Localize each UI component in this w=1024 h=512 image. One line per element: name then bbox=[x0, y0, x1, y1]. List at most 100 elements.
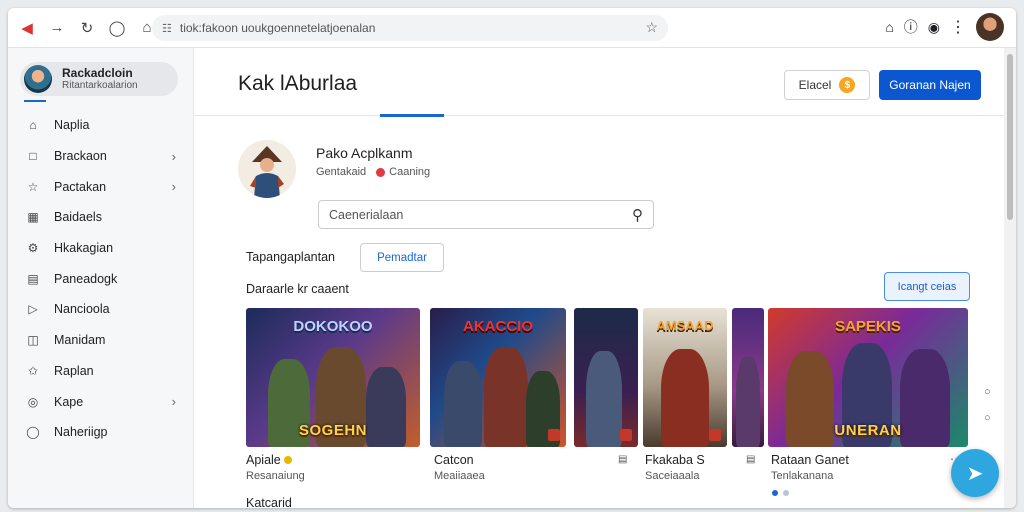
see-all-button[interactable]: Icangt ceias bbox=[884, 272, 970, 301]
bookmark-star-icon[interactable]: ☆ bbox=[645, 19, 658, 36]
game-card-3[interactable]: AMSAAD bbox=[643, 308, 727, 447]
status-dot-icon bbox=[376, 167, 386, 177]
sidebar-item-8[interactable]: ✩ Raplan bbox=[8, 356, 194, 387]
game-card-0[interactable]: DOKOKOO SOGEHN bbox=[246, 308, 420, 447]
sidebar-item-label: Naheriigp bbox=[54, 425, 108, 440]
sidebar: Rackadcloin Ritantarkoalarion ⌂ Naplia □ B… bbox=[8, 48, 194, 508]
sidebar-item-label: Baidaels bbox=[54, 210, 102, 225]
primary-action-button[interactable]: Goranan Najen bbox=[879, 70, 981, 100]
search-icon[interactable]: ⚲ bbox=[632, 206, 643, 224]
search-input[interactable] bbox=[329, 206, 609, 224]
sidebar-item-5[interactable]: ▤ Paneadogk bbox=[8, 263, 194, 294]
document-icon: ▤ bbox=[27, 271, 39, 286]
back-icon[interactable]: ◀ bbox=[12, 13, 42, 43]
sidebar-item-1[interactable]: □ Brackaon › bbox=[8, 141, 194, 172]
app-developer: Gentakaid bbox=[316, 166, 367, 178]
send-fab-button[interactable]: ➤ bbox=[951, 449, 999, 497]
sidebar-item-7[interactable]: ◫ Manidam bbox=[8, 325, 194, 356]
search-box[interactable]: ⚲ bbox=[318, 200, 654, 229]
carousel-dot[interactable] bbox=[783, 490, 789, 496]
star-icon: ☆ bbox=[27, 179, 39, 194]
profile-name: Rackadcloin bbox=[62, 65, 133, 80]
game-card-4[interactable] bbox=[732, 308, 764, 447]
character-figure bbox=[444, 361, 482, 447]
section-title: Daraarle kr caaent bbox=[246, 282, 349, 296]
sidebar-item-10[interactable]: ◯ Naheriigp bbox=[8, 417, 194, 448]
profile-card[interactable]: Rackadcloin Ritantarkoalarion bbox=[20, 62, 178, 96]
gear-icon: ⚙ bbox=[27, 241, 39, 256]
chevron-right-icon: › bbox=[171, 148, 176, 164]
credits-button[interactable]: Elacel $ bbox=[784, 70, 870, 100]
grid-icon: ▦ bbox=[27, 210, 39, 225]
character-figure bbox=[736, 357, 760, 447]
card-title-text: SOGEHN bbox=[298, 422, 367, 439]
sidebar-item-6[interactable]: ▷ Nancioola bbox=[8, 294, 194, 325]
sidebar-item-0[interactable]: ⌂ Naplia bbox=[8, 110, 194, 141]
reload-icon[interactable]: ↻ bbox=[72, 13, 102, 43]
browser-profile-avatar[interactable] bbox=[976, 13, 1004, 41]
play-icon: ▷ bbox=[28, 302, 38, 317]
category-label: Katcarid bbox=[246, 496, 292, 508]
card-caption: Rataan Ganet bbox=[771, 453, 849, 467]
sidebar-item-4[interactable]: ⚙ Hkakagian bbox=[8, 233, 194, 264]
main-content: Pako Acplkanm Gentakaid Caaning ⚲ Tapang… bbox=[194, 116, 1004, 508]
badge-icon bbox=[709, 429, 721, 441]
bookmark-icon[interactable]: ▤ bbox=[618, 454, 627, 465]
info-icon[interactable]: ⓘ bbox=[904, 17, 918, 37]
extension-puzzle-icon[interactable]: ◉ bbox=[928, 19, 940, 36]
game-card-1[interactable]: AKACCIO bbox=[430, 308, 566, 447]
credits-button-label: Elacel bbox=[798, 78, 832, 92]
extension-icon[interactable]: ◯ bbox=[102, 13, 132, 43]
sidebar-item-label: Pactakan bbox=[54, 179, 107, 194]
forward-icon[interactable]: → bbox=[42, 13, 72, 43]
card-subtitle: Tenlakanana bbox=[771, 470, 834, 482]
app-subtitle: Gentakaid Caaning bbox=[316, 166, 430, 178]
square-icon: □ bbox=[29, 149, 37, 164]
app-status: Caaning bbox=[389, 166, 431, 178]
coin-icon bbox=[284, 456, 293, 464]
app-name: Pako Acplkanm bbox=[316, 145, 413, 161]
game-card-2[interactable] bbox=[574, 308, 638, 447]
sidebar-item-9[interactable]: ◎ Kape › bbox=[8, 386, 194, 417]
carousel-down-icon[interactable]: ○ bbox=[984, 412, 991, 424]
home-extension-icon[interactable]: ⌂ bbox=[885, 19, 893, 35]
filter-label: Tapangaplantan bbox=[246, 250, 335, 264]
carousel-dot-active[interactable] bbox=[772, 490, 778, 496]
card-caption: Catcon bbox=[434, 453, 474, 467]
card-top-text: AMSAAD bbox=[656, 318, 714, 333]
character-figure bbox=[484, 347, 528, 447]
sidebar-item-label: Naplia bbox=[54, 118, 90, 133]
profile-subtitle: Ritantarkoalarion bbox=[62, 79, 138, 91]
page-title: Kak lAburlaa bbox=[238, 72, 358, 95]
browser-window: ◀ → ↻ ◯ ⌂ ☷ tiok:fakoon uoukgoennetelatj… bbox=[8, 8, 1016, 508]
bookmark-icon[interactable]: ▤ bbox=[746, 454, 755, 465]
sidebar-item-2[interactable]: ☆ Pactakan › bbox=[8, 171, 194, 202]
filter-button[interactable]: Pemadtar bbox=[360, 243, 444, 272]
address-bar[interactable]: ☷ tiok:fakoon uoukgoennetelatjoenalan ☆ bbox=[152, 15, 668, 41]
scrollbar[interactable] bbox=[1004, 48, 1016, 508]
sidebar-item-label: Nancioola bbox=[54, 302, 110, 317]
site-info-icon[interactable]: ☷ bbox=[162, 22, 172, 35]
sidebar-nav: ⌂ Naplia □ Brackaon › ☆ Pactakan › ▦ Baidaels … bbox=[8, 110, 194, 448]
home-icon: ⌂ bbox=[29, 118, 37, 133]
carousel-dots bbox=[772, 490, 789, 496]
carousel-up-icon[interactable]: ○ bbox=[984, 386, 991, 398]
card-subtitle: Saceiaaala bbox=[645, 470, 700, 482]
star-outline-icon: ✩ bbox=[27, 363, 39, 378]
card-subtitle: Resanaiung bbox=[246, 470, 305, 482]
target-icon: ◎ bbox=[27, 394, 39, 409]
card-top-text: DOKOKOO bbox=[293, 318, 373, 335]
sidebar-item-3[interactable]: ▦ Baidaels bbox=[8, 202, 194, 233]
character-figure bbox=[661, 349, 709, 447]
game-card-5[interactable]: SAPEKIS UNERAN bbox=[768, 308, 968, 447]
sidebar-item-label: Raplan bbox=[54, 363, 94, 378]
sidebar-item-label: Manidam bbox=[54, 333, 106, 348]
sidebar-item-label: Kape bbox=[54, 394, 84, 409]
sidebar-item-label: Brackaon bbox=[54, 149, 107, 164]
app-avatar bbox=[238, 140, 296, 198]
card-subtitle: Meaiiaaea bbox=[434, 470, 485, 482]
book-icon: ◫ bbox=[27, 333, 39, 348]
menu-dots-icon[interactable]: ⋮ bbox=[950, 17, 966, 37]
scrollbar-thumb[interactable] bbox=[1007, 54, 1013, 220]
card-caption-text: Apiale bbox=[246, 453, 281, 467]
